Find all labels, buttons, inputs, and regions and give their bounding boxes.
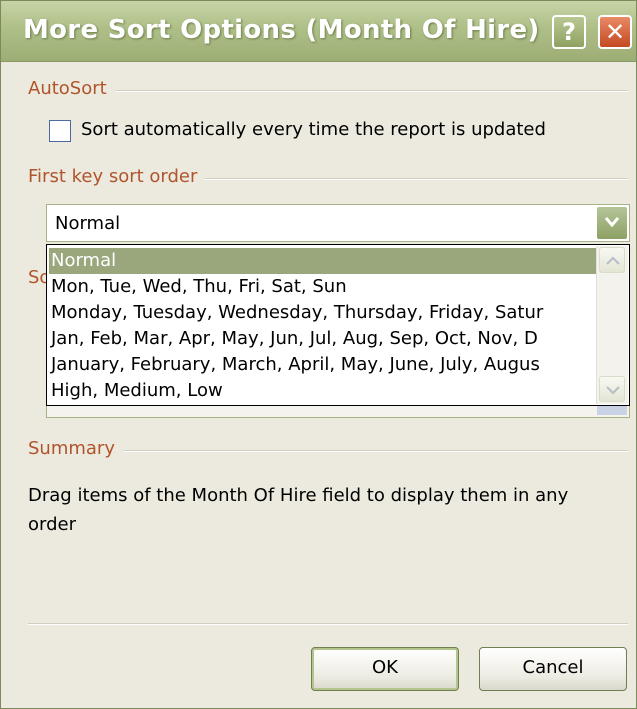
dropdown-option[interactable]: Monday, Tuesday, Wednesday, Thursday, Fr… <box>49 300 597 326</box>
first-key-group-label: First key sort order <box>28 166 206 187</box>
summary-text: Drag items of the Month Of Hire field to… <box>28 485 569 535</box>
chevron-down-icon <box>605 217 619 227</box>
autosort-group-label: AutoSort <box>28 78 115 99</box>
autosort-checkbox[interactable] <box>49 120 71 142</box>
dropdown-toggle-button[interactable] <box>597 207 627 239</box>
help-button[interactable]: ? <box>552 15 586 49</box>
button-separator <box>28 623 628 625</box>
autosort-checkbox-label[interactable]: Sort automatically every time the report… <box>81 119 546 140</box>
sort-order-dropdown-list[interactable]: Normal Mon, Tue, Wed, Thu, Fri, Sat, Sun… <box>46 244 630 406</box>
scroll-up-button[interactable] <box>599 247 625 273</box>
first-key-sort-combobox[interactable]: Normal <box>46 204 630 242</box>
cancel-button[interactable]: Cancel <box>479 647 627 691</box>
dropdown-scrollbar[interactable] <box>596 246 628 404</box>
chevron-up-icon <box>606 256 620 265</box>
close-button[interactable]: ✕ <box>598 15 632 49</box>
dropdown-option[interactable]: Mon, Tue, Wed, Thu, Fri, Sat, Sun <box>49 274 597 300</box>
help-icon: ? <box>562 18 576 46</box>
sort-options-dialog: More Sort Options (Month Of Hire) ? ✕ Au… <box>0 0 637 709</box>
scroll-down-button[interactable] <box>599 376 625 402</box>
dropdown-option[interactable]: Jan, Feb, Mar, Apr, May, Jun, Jul, Aug, … <box>49 326 597 352</box>
title-bar[interactable]: More Sort Options (Month Of Hire) ? ✕ <box>1 1 636 62</box>
combobox-value: Normal <box>55 213 121 234</box>
autosort-divider <box>28 90 628 92</box>
dropdown-option[interactable]: Normal <box>49 248 597 274</box>
close-icon: ✕ <box>604 18 626 46</box>
ok-button[interactable]: OK <box>311 647 459 691</box>
dialog-title: More Sort Options (Month Of Hire) <box>23 15 540 45</box>
chevron-down-icon <box>606 386 620 395</box>
dropdown-option[interactable]: High, Medium, Low <box>49 378 597 404</box>
dropdown-option[interactable]: January, February, March, April, May, Ju… <box>49 352 597 378</box>
summary-group-label: Summary <box>28 438 123 459</box>
